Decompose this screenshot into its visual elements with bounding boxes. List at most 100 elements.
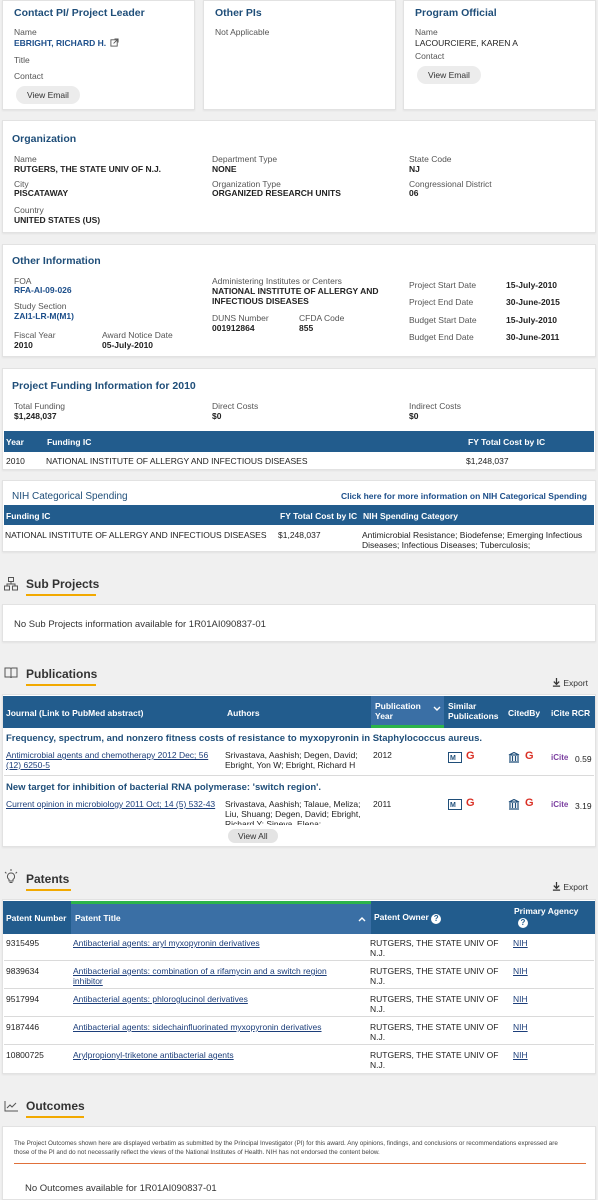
funding-row-total: $1,248,037 xyxy=(466,456,509,466)
study-section-link[interactable]: ZAI1-LR-M(M1) xyxy=(14,311,74,321)
categorical-more-link[interactable]: Click here for more information on NIH C… xyxy=(341,491,587,501)
patent-4-title[interactable]: Antibacterial agents: sidechainfluorinat… xyxy=(73,1022,322,1032)
icite-logo-icon[interactable]: iCite xyxy=(551,753,568,762)
other-pis-card: Other PIs Not Applicable xyxy=(203,0,396,110)
col-funding-ic[interactable]: Funding IC xyxy=(47,437,91,447)
patent-5-agency[interactable]: NIH xyxy=(513,1050,528,1060)
google-scholar-icon[interactable]: G xyxy=(466,797,475,809)
funding-row-year: 2010 xyxy=(6,456,25,466)
cfda-label: CFDA Code xyxy=(299,313,345,323)
patent-3-agency[interactable]: NIH xyxy=(513,994,528,1004)
patent-2-agency[interactable]: NIH xyxy=(513,966,528,976)
pat-col-number[interactable]: Patent Number xyxy=(6,913,66,923)
categorical-title: NIH Categorical Spending xyxy=(12,491,128,502)
icite-logo-icon[interactable]: iCite xyxy=(551,800,568,809)
org-district-label: Congressional District xyxy=(409,179,492,189)
pi-name-label: Name xyxy=(14,27,37,37)
patent-row-divider xyxy=(4,1044,594,1045)
citedby-google-icon[interactable]: G xyxy=(525,797,534,809)
patent-3-owner: RUTGERS, THE STATE UNIV OF N.J. xyxy=(370,994,499,1014)
pub-col-journal[interactable]: Journal (Link to PubMed abstract) xyxy=(6,708,143,718)
patent-1-title[interactable]: Antibacterial agents: aryl myxopyronin d… xyxy=(73,938,260,948)
patents-underline xyxy=(26,889,71,891)
pub-2-journal[interactable]: Current opinion in microbiology 2011 Oct… xyxy=(6,799,221,809)
chevron-down-icon xyxy=(433,706,441,711)
admin-ic-label: Administering Institutes or Centers xyxy=(212,276,342,286)
publications-export-label[interactable]: Export xyxy=(563,678,588,688)
other-information-card: Other Information FOA RFA-AI-09-026 Stud… xyxy=(2,244,596,357)
po-view-email-button[interactable]: View Email xyxy=(417,66,481,84)
citedby-google-icon[interactable]: G xyxy=(525,750,534,762)
pub-col-year-label[interactable]: Publication Year xyxy=(375,701,421,721)
funding-title: Project Funding Information for 2010 xyxy=(12,380,196,392)
org-name: RUTGERS, THE STATE UNIV OF N.J. xyxy=(14,164,162,174)
pat-col-title[interactable]: Patent Title xyxy=(71,901,371,934)
pat-col-title-label[interactable]: Patent Title xyxy=(75,913,121,923)
patents-card: Patent Number Patent Title Patent Owner … xyxy=(2,899,596,1074)
pub-1-journal[interactable]: Antimicrobial agents and chemotherapy 20… xyxy=(6,750,221,770)
patent-row-divider xyxy=(4,1016,594,1017)
pub-2-rcr: 3.19 xyxy=(575,801,592,811)
pub-col-authors[interactable]: Authors xyxy=(227,708,260,718)
pat-col-owner-label[interactable]: Patent Owner xyxy=(374,912,429,922)
patent-row-divider xyxy=(4,960,594,961)
library-icon[interactable] xyxy=(508,752,520,763)
pat-col-agency[interactable]: Primary Agency ? xyxy=(514,906,578,928)
svg-text:M: M xyxy=(450,802,456,809)
view-all-button[interactable]: View All xyxy=(228,829,278,843)
patents-export-label[interactable]: Export xyxy=(563,882,588,892)
svg-text:M: M xyxy=(450,755,456,762)
download-icon xyxy=(552,678,561,687)
publications-export-button[interactable]: Export xyxy=(552,678,588,688)
cat-row-total: $1,248,037 xyxy=(278,530,321,540)
pat-col-owner[interactable]: Patent Owner ? xyxy=(374,912,442,924)
pi-name-text[interactable]: EBRIGHT, RICHARD H. xyxy=(14,38,106,48)
budget-start: 15-July-2010 xyxy=(506,315,558,325)
patent-2-title[interactable]: Antibacterial agents: combination of a r… xyxy=(73,966,358,986)
col-fy-total[interactable]: FY Total Cost by IC xyxy=(468,437,545,447)
program-official-card: Program Official Name LACOURCIERE, KAREN… xyxy=(403,0,596,110)
foa-link[interactable]: RFA-AI-09-026 xyxy=(14,285,72,295)
pat-col-agency-label[interactable]: Primary Agency xyxy=(514,906,578,916)
pub-col-similar[interactable]: Similar Publications xyxy=(448,701,503,721)
patent-1-owner: RUTGERS, THE STATE UNIV OF N.J. xyxy=(370,938,499,958)
patent-3-title[interactable]: Antibacterial agents: phloroglucinol der… xyxy=(73,994,248,1004)
col-year[interactable]: Year xyxy=(6,437,24,447)
pub-col-year[interactable]: Publication Year xyxy=(371,696,444,728)
library-icon[interactable] xyxy=(508,799,520,810)
other-information-title: Other Information xyxy=(12,255,101,267)
publications-title: Publications xyxy=(26,667,98,681)
study-section-label: Study Section xyxy=(14,301,67,311)
patents-export-button[interactable]: Export xyxy=(552,882,588,892)
pub-1-title[interactable]: Frequency, spectrum, and nonzero fitness… xyxy=(6,733,482,744)
cat-col-fy-total[interactable]: FY Total Cost by IC xyxy=(280,511,357,521)
cat-col-funding-ic[interactable]: Funding IC xyxy=(6,511,50,521)
cat-col-spending-category[interactable]: NIH Spending Category xyxy=(363,511,458,521)
pi-name-link[interactable]: EBRIGHT, RICHARD H. xyxy=(14,38,120,48)
outcomes-empty: No Outcomes available for 1R01AI090837-0… xyxy=(25,1183,217,1194)
chevron-up-icon xyxy=(358,917,366,922)
patent-1-agency[interactable]: NIH xyxy=(513,938,528,948)
patent-3-number: 9517994 xyxy=(6,994,40,1004)
similar-publications-icon[interactable]: M xyxy=(448,752,462,763)
similar-publications-icon[interactable]: M xyxy=(448,799,462,810)
award-date: 05-July-2010 xyxy=(102,340,154,350)
pub-col-citedby[interactable]: CitedBy xyxy=(508,708,540,718)
cat-row-category: Antimicrobial Resistance; Biodefense; Em… xyxy=(362,530,583,550)
sub-projects-icon xyxy=(4,577,18,591)
google-scholar-icon[interactable]: G xyxy=(466,750,475,762)
pub-2-title[interactable]: New target for inhibition of bacterial R… xyxy=(6,782,321,793)
help-icon[interactable]: ? xyxy=(431,914,442,924)
patent-5-title[interactable]: Arylpropionyl-triketone antibacterial ag… xyxy=(73,1050,234,1060)
funding-card: Project Funding Information for 2010 Tot… xyxy=(2,368,596,470)
patent-2-number: 9839634 xyxy=(6,966,40,976)
pub-row-divider xyxy=(4,775,594,776)
help-icon[interactable]: ? xyxy=(518,918,528,928)
categorical-card: NIH Categorical Spending Click here for … xyxy=(2,480,596,552)
program-official-title: Program Official xyxy=(415,7,497,19)
pub-col-icite[interactable]: iCite RCR xyxy=(551,708,590,718)
po-name-label: Name xyxy=(415,27,438,37)
pi-view-email-button[interactable]: View Email xyxy=(16,86,80,104)
patent-4-agency[interactable]: NIH xyxy=(513,1022,528,1032)
download-icon xyxy=(552,882,561,891)
